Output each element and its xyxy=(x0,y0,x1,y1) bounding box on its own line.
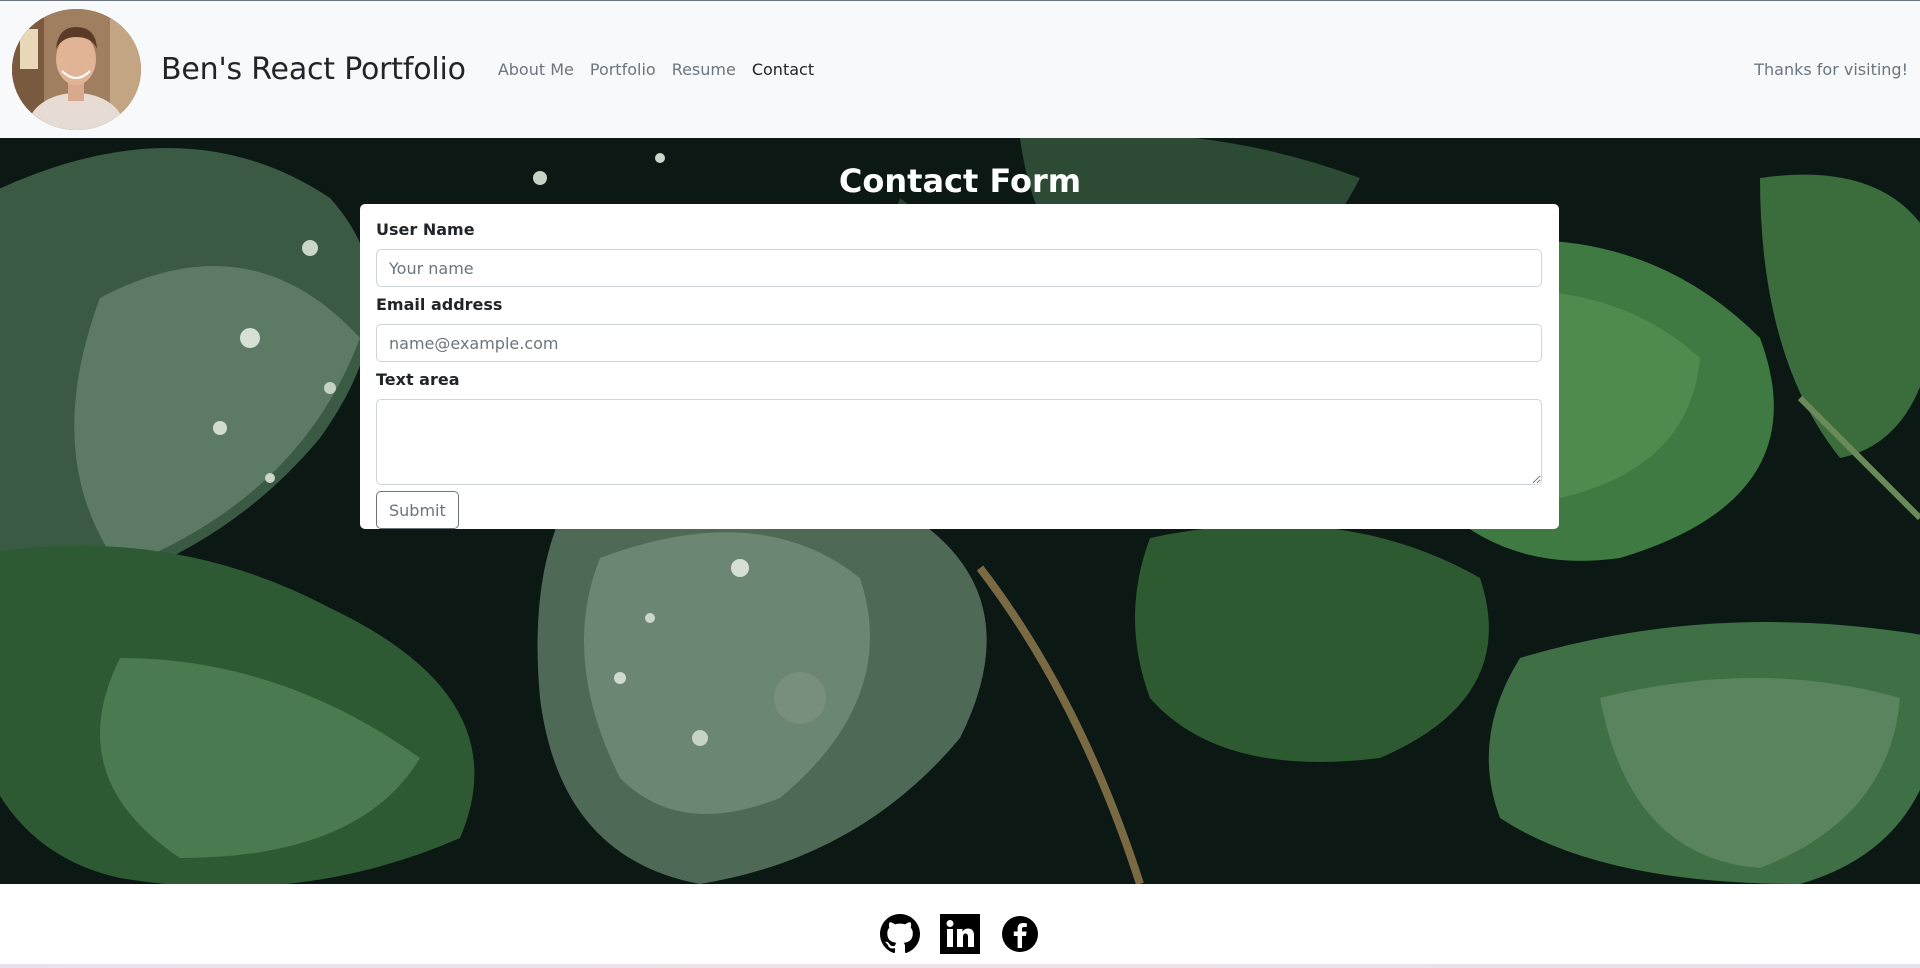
linkedin-icon[interactable] xyxy=(940,914,980,954)
navbar: Ben's React Portfolio About Me Portfolio… xyxy=(0,1,1920,138)
hero-section: Contact Form User Name Email address Tex… xyxy=(0,138,1920,884)
nav-link-portfolio[interactable]: Portfolio xyxy=(582,60,664,79)
email-label: Email address xyxy=(376,295,503,314)
username-label: User Name xyxy=(376,220,475,239)
page-title: Contact Form xyxy=(838,162,1082,200)
facebook-icon[interactable] xyxy=(1000,914,1040,954)
nav-link-resume[interactable]: Resume xyxy=(664,60,744,79)
avatar xyxy=(12,9,141,130)
email-input[interactable] xyxy=(376,324,1542,362)
nav-links: About Me Portfolio Resume Contact xyxy=(490,60,822,79)
social-links xyxy=(0,914,1920,954)
nav-link-contact[interactable]: Contact xyxy=(744,60,822,79)
submit-button[interactable]: Submit xyxy=(376,491,459,529)
username-input[interactable] xyxy=(376,249,1542,287)
nav-link-about-me[interactable]: About Me xyxy=(490,60,582,79)
textarea-label: Text area xyxy=(376,370,460,389)
contact-form: User Name Email address Text area Submit xyxy=(360,204,1559,529)
bottom-strip xyxy=(0,964,1920,968)
github-icon[interactable] xyxy=(880,914,920,954)
nav-right-text: Thanks for visiting! xyxy=(1754,60,1908,79)
brand-title[interactable]: Ben's React Portfolio xyxy=(161,52,466,87)
message-textarea[interactable] xyxy=(376,399,1542,485)
footer xyxy=(0,884,1920,968)
